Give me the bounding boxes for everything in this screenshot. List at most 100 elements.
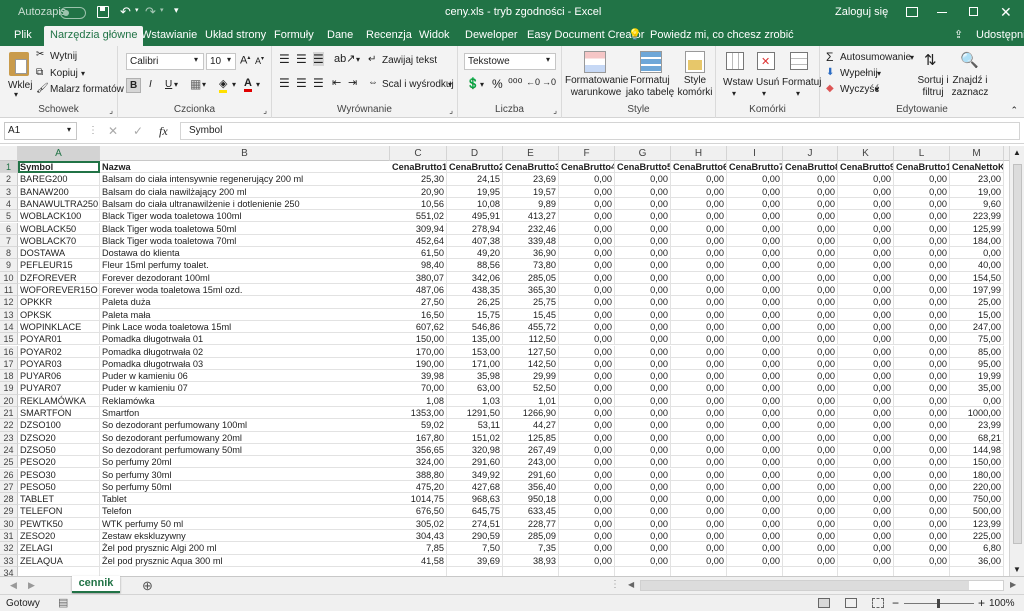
- cell[interactable]: 0,00: [727, 197, 783, 211]
- row-header[interactable]: 27: [0, 480, 18, 494]
- tab-insert[interactable]: Wstawianie: [135, 26, 203, 46]
- clipboard-launcher-icon[interactable]: ⌟: [109, 106, 113, 115]
- fill-color-dropdown-icon[interactable]: ▾: [232, 80, 236, 89]
- cell[interactable]: 0,00: [727, 443, 783, 457]
- cell[interactable]: 0,00: [783, 210, 838, 223]
- cell[interactable]: 0,00: [615, 234, 671, 248]
- row-header[interactable]: 14: [0, 320, 18, 334]
- fill-button[interactable]: Wypełnij: [840, 68, 878, 79]
- hscroll-left-icon[interactable]: ◀: [628, 580, 634, 589]
- cell[interactable]: 356,40: [503, 480, 559, 494]
- header-cell[interactable]: Nazwa: [100, 161, 390, 174]
- cell[interactable]: 0,00: [671, 493, 727, 506]
- cell[interactable]: 0,00: [838, 407, 894, 420]
- font-name-dropdown-icon[interactable]: ▾: [194, 55, 198, 64]
- cell[interactable]: BAREG200: [18, 173, 100, 186]
- login-link[interactable]: Zaloguj się: [835, 6, 888, 18]
- cell[interactable]: 0,00: [671, 234, 727, 248]
- ribbon-display-icon[interactable]: [906, 7, 918, 17]
- cell[interactable]: WOFOREVER15O: [18, 284, 100, 297]
- cell[interactable]: PUYAR07: [18, 382, 100, 395]
- cell[interactable]: 85,00: [950, 345, 1004, 358]
- cell[interactable]: 0,00: [671, 394, 727, 407]
- cell[interactable]: 24,15: [447, 173, 503, 186]
- tab-formulas[interactable]: Formuły: [268, 26, 320, 46]
- cell[interactable]: 0,00: [727, 271, 783, 284]
- cell[interactable]: 0,00: [783, 185, 838, 198]
- cell[interactable]: 0,00: [783, 345, 838, 358]
- cell[interactable]: 10,56: [390, 197, 447, 211]
- cell[interactable]: 0,00: [783, 333, 838, 346]
- cell-styles-button[interactable]: Style komórki: [674, 75, 716, 99]
- cell[interactable]: 0,00: [615, 394, 671, 407]
- cell[interactable]: [447, 566, 503, 576]
- cell[interactable]: 290,59: [447, 530, 503, 543]
- cell[interactable]: 0,00: [615, 530, 671, 543]
- insert-cells-icon[interactable]: [726, 52, 744, 70]
- cell[interactable]: 0,00: [894, 394, 950, 407]
- copy-button[interactable]: Kopiuj: [50, 68, 78, 79]
- cell[interactable]: 16,50: [390, 308, 447, 321]
- cell[interactable]: Smartfon: [100, 407, 390, 420]
- cell[interactable]: 70,00: [390, 382, 447, 395]
- formula-input[interactable]: Symbol: [180, 122, 1020, 140]
- tab-page-layout[interactable]: Układ strony: [199, 26, 272, 46]
- cell[interactable]: 0,00: [615, 222, 671, 235]
- column-header-i[interactable]: I: [727, 146, 783, 161]
- cell[interactable]: 305,02: [390, 517, 447, 530]
- cell[interactable]: ZESO20: [18, 530, 100, 543]
- cell[interactable]: 0,00: [838, 197, 894, 211]
- cell[interactable]: 0,00: [783, 394, 838, 407]
- cell[interactable]: 0,00: [615, 320, 671, 334]
- cell[interactable]: 0,00: [671, 530, 727, 543]
- row-header[interactable]: 28: [0, 493, 18, 506]
- cell[interactable]: 950,18: [503, 493, 559, 506]
- row-header[interactable]: 31: [0, 530, 18, 543]
- cell[interactable]: Zestaw ekskluzywny: [100, 530, 390, 543]
- cell[interactable]: 320,98: [447, 443, 503, 457]
- select-all-corner[interactable]: [0, 146, 18, 161]
- cell[interactable]: 0,00: [838, 505, 894, 518]
- cell[interactable]: 0,00: [894, 333, 950, 346]
- cell[interactable]: 0,00: [615, 345, 671, 358]
- cell[interactable]: 0,00: [727, 542, 783, 555]
- cell[interactable]: 197,99: [950, 284, 1004, 297]
- format-as-table-icon[interactable]: [640, 51, 662, 73]
- cell[interactable]: 52,50: [503, 382, 559, 395]
- cell[interactable]: 171,00: [447, 357, 503, 371]
- column-header-h[interactable]: H: [671, 146, 727, 161]
- cell[interactable]: 388,80: [390, 468, 447, 481]
- cell[interactable]: 0,00: [559, 247, 615, 260]
- cell[interactable]: 0,00: [559, 320, 615, 334]
- cell[interactable]: 349,92: [447, 468, 503, 481]
- wrap-text-icon[interactable]: ↵: [368, 54, 376, 65]
- cell[interactable]: 0,00: [559, 517, 615, 530]
- cell[interactable]: Pomadka długotrwała 01: [100, 333, 390, 346]
- cell[interactable]: 0,00: [894, 320, 950, 334]
- cell[interactable]: 0,00: [559, 271, 615, 284]
- cell[interactable]: 0,00: [671, 419, 727, 432]
- cell[interactable]: 0,00: [838, 185, 894, 198]
- cell[interactable]: 0,00: [894, 407, 950, 420]
- cell[interactable]: 0,00: [727, 345, 783, 358]
- font-color-icon[interactable]: A: [244, 77, 252, 92]
- close-icon[interactable]: ✕: [1000, 4, 1012, 21]
- cell[interactable]: 0,00: [838, 320, 894, 334]
- row-header[interactable]: 24: [0, 443, 18, 457]
- header-cell[interactable]: CenaBrutto9: [838, 161, 894, 174]
- row-header[interactable]: 8: [0, 247, 18, 260]
- row-header[interactable]: 34: [0, 566, 18, 576]
- cell[interactable]: 475,20: [390, 480, 447, 494]
- header-cell[interactable]: CenaBrutto6: [671, 161, 727, 174]
- row-header[interactable]: 16: [0, 345, 18, 358]
- cell[interactable]: [838, 566, 894, 576]
- cell[interactable]: 0,00: [671, 247, 727, 260]
- cell[interactable]: 0,00: [559, 308, 615, 321]
- cell[interactable]: Telefon: [100, 505, 390, 518]
- cell[interactable]: 61,50: [390, 247, 447, 260]
- formula-bar-handle-icon[interactable]: ⋮: [88, 125, 98, 136]
- cell[interactable]: DOSTAWA: [18, 247, 100, 260]
- cell[interactable]: 0,00: [615, 173, 671, 186]
- cell[interactable]: DZSO20: [18, 431, 100, 444]
- vertical-scroll-thumb[interactable]: [1013, 164, 1022, 544]
